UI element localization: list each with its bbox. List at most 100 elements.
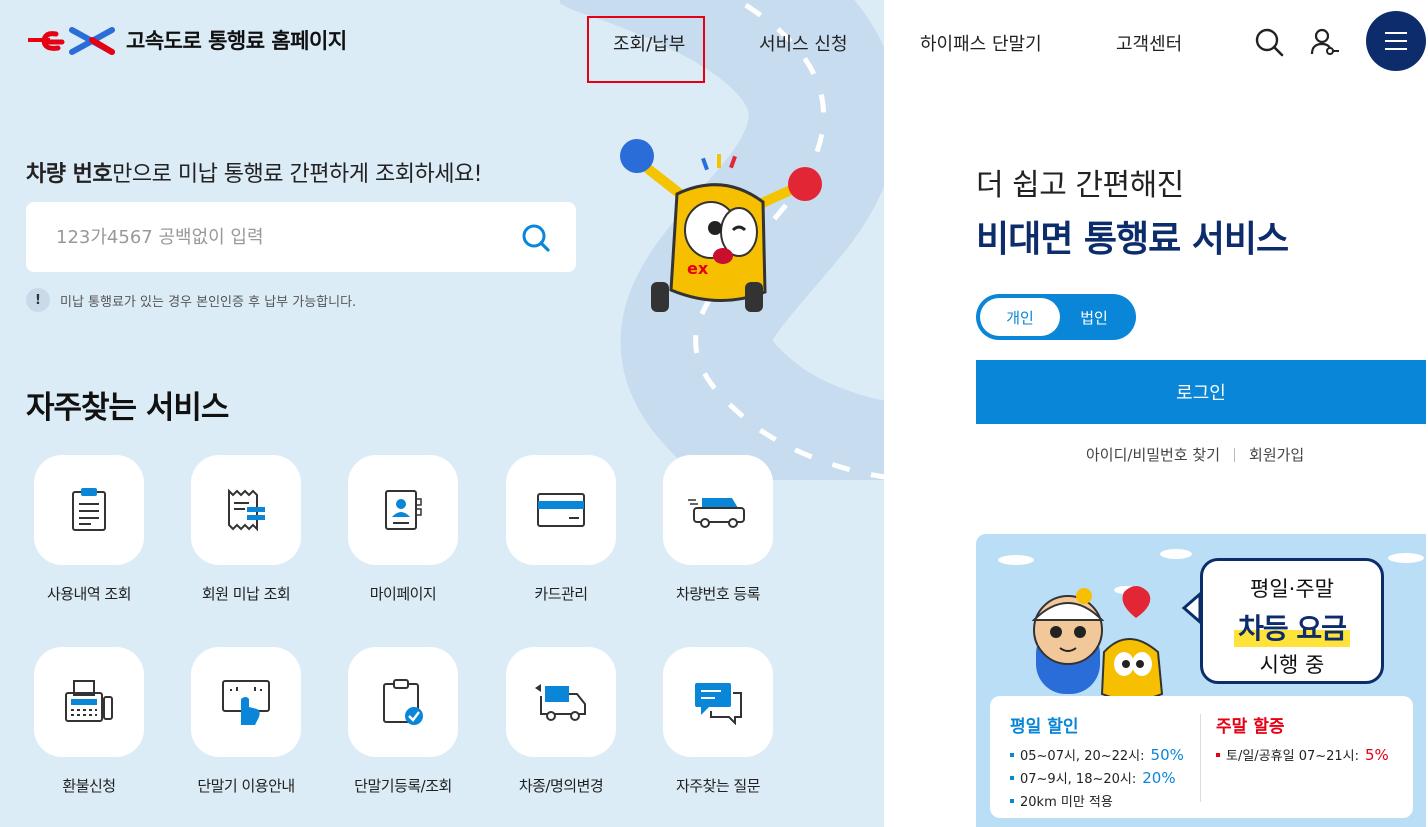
weekday-line-text: 05~07시, 20~22시: [1020, 749, 1145, 764]
service-label: 자주찾는 질문 [675, 777, 761, 795]
service-tile [34, 455, 144, 565]
toggle-corporate[interactable]: 법인 [1054, 298, 1134, 336]
toggle-personal[interactable]: 개인 [980, 298, 1060, 336]
service-vehicle-owner-change[interactable]: 차종/명의변경 [483, 647, 639, 796]
toll-discount-banner[interactable]: 평일·주말 차등 요금 시행 중 평일 할인 05~07시, 20~22시: 5… [976, 534, 1426, 827]
service-tile [506, 455, 616, 565]
link-divider [1234, 447, 1236, 462]
service-tile [348, 647, 458, 757]
search-heading-bold: 차량 번호 [26, 162, 113, 187]
service-device-guide[interactable]: 단말기 이용안내 [168, 647, 324, 796]
account-links: 아이디/비밀번호 찾기 회원가입 [1086, 444, 1304, 465]
service-refund[interactable]: 환불신청 [11, 647, 167, 796]
weekday-title: 평일 할인 [1010, 717, 1079, 737]
bullet-icon [1010, 798, 1014, 803]
member-type-toggle: 개인 법인 [976, 294, 1136, 340]
services-heading: 자주찾는 서비스 [26, 390, 229, 426]
card-icon [537, 493, 585, 527]
truck-exchange-icon [535, 684, 586, 721]
search-icon[interactable] [1253, 26, 1285, 58]
weekday-line: 20km 미만 적용 [1010, 791, 1184, 810]
service-tile [663, 455, 773, 565]
signup-link[interactable]: 회원가입 [1249, 444, 1304, 465]
service-member-unpaid[interactable]: 회원 미납 조회 [168, 455, 324, 604]
service-tile [348, 455, 458, 565]
menu-bar-icon [1385, 32, 1407, 34]
service-vehicle-register[interactable]: 차량번호 등록 [640, 455, 796, 604]
service-label: 사용내역 조회 [46, 585, 132, 603]
service-label: 차종/명의변경 [518, 777, 604, 795]
site-title: 고속도로 통행료 홈페이지 [126, 29, 347, 53]
nav-inquiry-payment[interactable]: 조회/납부 [613, 30, 685, 56]
plate-number-input[interactable] [56, 222, 496, 252]
service-label: 차량번호 등록 [675, 585, 761, 603]
weekday-line: 07~9시, 18~20시: 20% [1010, 768, 1184, 787]
mascot-illustration: ex [620, 139, 822, 312]
promo-line-3: 시행 중 [1259, 653, 1325, 677]
document-list-icon [72, 488, 106, 531]
fax-icon [65, 680, 113, 722]
plate-search-box [26, 202, 576, 272]
user-key-icon[interactable] [1308, 26, 1340, 58]
service-label: 환불신청 [62, 777, 116, 795]
profile-book-icon [385, 490, 422, 530]
nav-service-apply[interactable]: 서비스 신청 [759, 30, 848, 56]
weekend-line: 토/일/공휴일 07~21시: 5% [1216, 745, 1389, 764]
info-divider [1200, 714, 1201, 802]
bullet-icon [1010, 752, 1014, 757]
find-id-password-link[interactable]: 아이디/비밀번호 찾기 [1086, 444, 1220, 465]
service-label: 회원 미납 조회 [201, 585, 291, 603]
car-icon [688, 498, 745, 528]
weekday-discount: 평일 할인 05~07시, 20~22시: 50% 07~9시, 18~20시:… [1010, 712, 1184, 814]
service-faq[interactable]: 자주찾는 질문 [640, 647, 796, 796]
service-device-register[interactable]: 단말기등록/조회 [325, 647, 481, 796]
exclamation-icon: ! [26, 288, 50, 312]
service-tile [191, 455, 301, 565]
search-heading: 차량 번호만으로 미납 통행료 간편하게 조회하세요! [26, 156, 482, 188]
chat-icon [695, 683, 742, 725]
weekend-surcharge: 주말 할증 토/일/공휴일 07~21시: 5% [1216, 712, 1389, 768]
bullet-icon [1216, 752, 1220, 757]
promo-bubble: 평일·주말 차등 요금 시행 중 [1200, 558, 1384, 684]
clipboard-check-icon [383, 679, 423, 725]
login-subtitle: 더 쉽고 간편해진 [976, 168, 1184, 203]
weekday-line-pct: 20% [1142, 768, 1176, 787]
service-card-management[interactable]: 카드관리 [483, 455, 639, 604]
service-tile [663, 647, 773, 757]
login-button[interactable]: 로그인 [976, 360, 1426, 424]
hamburger-menu-button[interactable] [1366, 11, 1426, 71]
weekday-line-pct: 50% [1150, 745, 1184, 764]
service-usage-history[interactable]: 사용내역 조회 [11, 455, 167, 604]
site-logo[interactable]: 고속도로 통행료 홈페이지 [26, 24, 347, 56]
weekday-line-text: 20km 미만 적용 [1020, 795, 1113, 810]
promo-line-1: 평일·주말 [1250, 577, 1334, 601]
weekend-line-pct: 5% [1365, 745, 1389, 764]
search-notice: ! 미납 통행료가 있는 경우 본인인증 후 납부 가능합니다. [26, 288, 356, 312]
search-heading-rest: 만으로 미납 통행료 간편하게 조회하세요! [112, 162, 482, 187]
ex-logo-icon [28, 27, 115, 55]
promo-line-2: 차등 요금 [1234, 607, 1350, 647]
login-title: 비대면 통행료 서비스 [976, 219, 1289, 260]
service-mypage[interactable]: 마이페이지 [325, 455, 481, 604]
receipt-icon [228, 488, 265, 532]
service-label: 단말기 이용안내 [197, 777, 295, 795]
weekday-line-text: 07~9시, 18~20시: [1020, 772, 1137, 787]
bullet-icon [1010, 775, 1014, 780]
service-tile [34, 647, 144, 757]
menu-bar-icon [1385, 48, 1407, 50]
svg-text:ex: ex [687, 259, 709, 278]
weekday-line: 05~07시, 20~22시: 50% [1010, 745, 1184, 764]
discount-info-box: 평일 할인 05~07시, 20~22시: 50% 07~9시, 18~20시:… [990, 696, 1413, 818]
touch-screen-icon [222, 680, 270, 725]
nav-hipass-device[interactable]: 하이패스 단말기 [920, 30, 1042, 56]
service-label: 마이페이지 [369, 585, 437, 603]
notice-text: 미납 통행료가 있는 경우 본인인증 후 납부 가능합니다. [60, 294, 357, 310]
service-tile [191, 647, 301, 757]
service-label: 단말기등록/조회 [354, 777, 452, 795]
plate-search-button-icon[interactable] [520, 222, 552, 254]
nav-customer-center[interactable]: 고객센터 [1116, 30, 1182, 56]
weekend-title: 주말 할증 [1216, 717, 1285, 737]
menu-bar-icon [1385, 40, 1407, 42]
service-tile [506, 647, 616, 757]
weekend-line-text: 토/일/공휴일 07~21시: [1226, 749, 1360, 764]
